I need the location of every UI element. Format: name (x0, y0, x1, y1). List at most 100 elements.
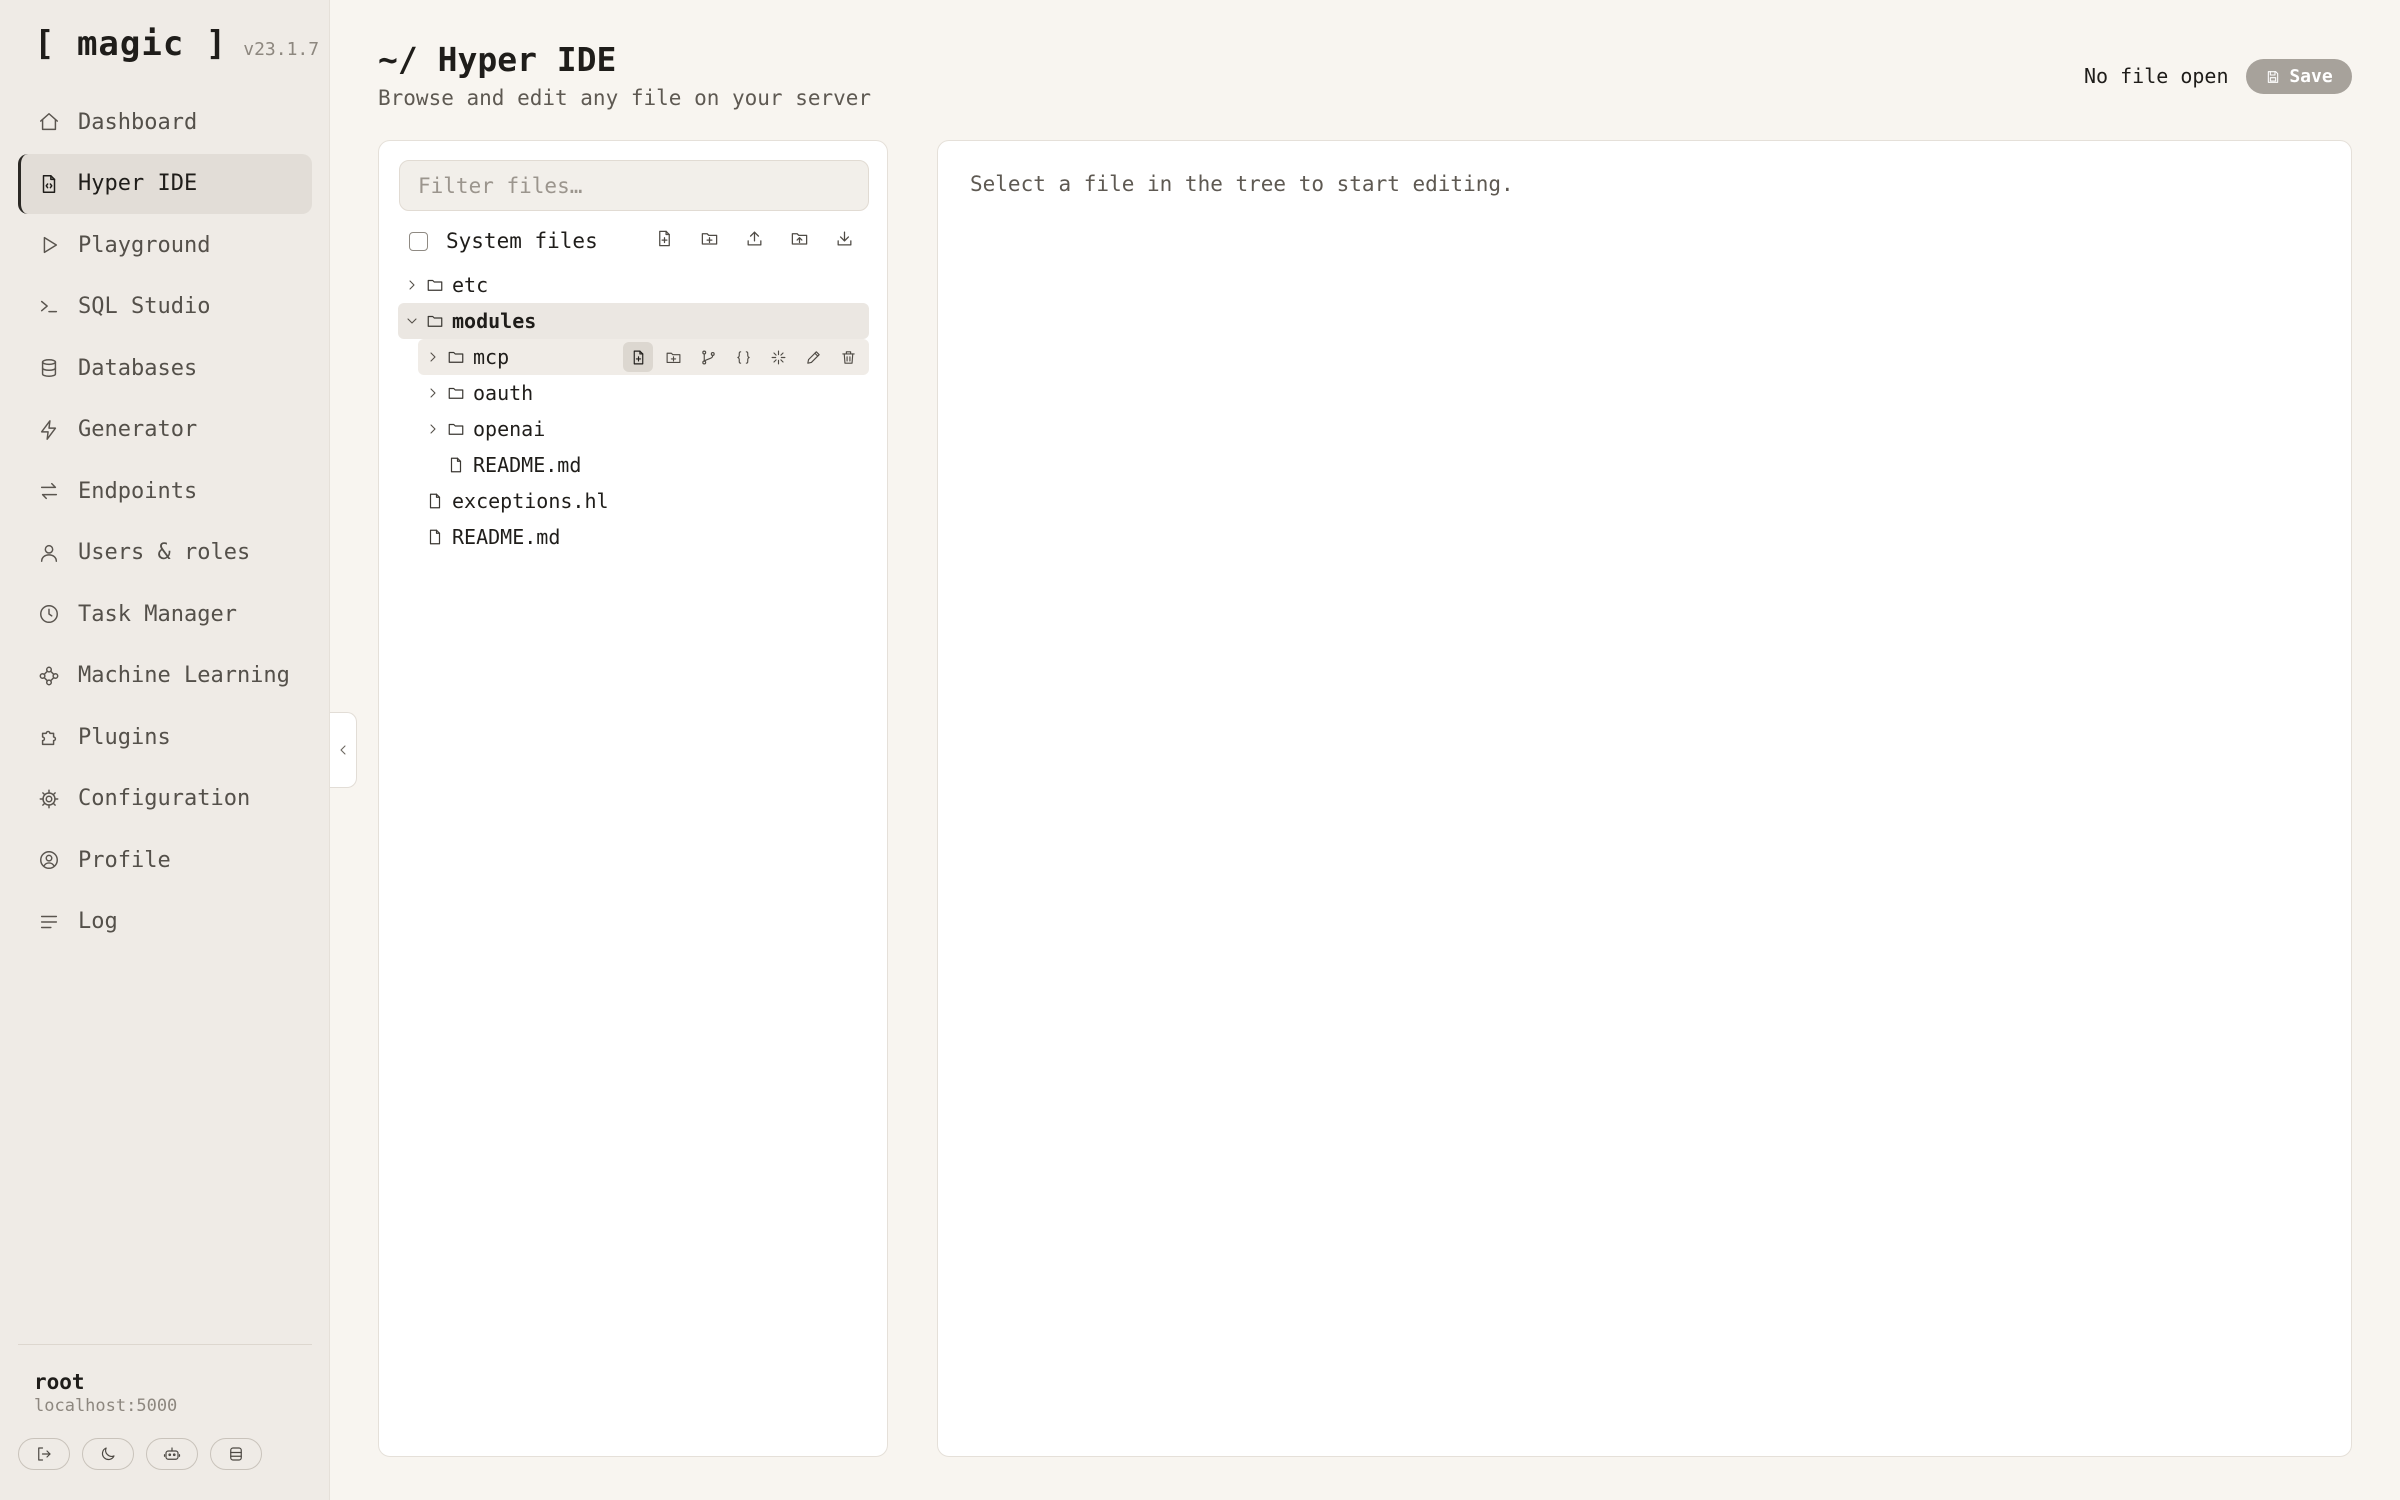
version-label: v23.1.7 (243, 39, 320, 60)
sidebar-item-endpoints[interactable]: Endpoints (18, 461, 312, 521)
sidebar-item-label: Machine Learning (78, 663, 290, 688)
sidebar-item-label: Playground (78, 232, 211, 258)
folder-icon (447, 348, 465, 366)
sparkle-icon (770, 349, 787, 366)
chevron-left-icon (335, 742, 351, 758)
sidebar-item-dashboard[interactable]: Dashboard (18, 92, 312, 152)
play-icon (38, 234, 60, 256)
tree-file-readme[interactable]: README.md (418, 447, 869, 483)
sidebar-item-machine-learning[interactable]: Machine Learning (18, 646, 312, 706)
tree-folder-etc[interactable]: etc (398, 267, 869, 303)
bolt-icon (38, 419, 60, 441)
sidebar-item-generator[interactable]: Generator (18, 400, 312, 460)
database-button[interactable] (210, 1438, 262, 1470)
filter-files-input[interactable] (399, 160, 869, 211)
chevron-right-icon[interactable] (425, 421, 441, 437)
tree-item-label: README.md (473, 453, 582, 477)
chevron-right-icon[interactable] (425, 349, 441, 365)
trash-icon (840, 349, 857, 366)
sidebar-item-hyper-ide[interactable]: Hyper IDE (18, 153, 312, 214)
save-button[interactable]: Save (2246, 59, 2352, 94)
user-icon (38, 542, 60, 564)
page-title: ~/ Hyper IDE (378, 40, 617, 79)
system-files-label: System files (446, 229, 598, 253)
braces-icon (735, 349, 752, 366)
tree-file-exceptions[interactable]: exceptions.hl (398, 483, 869, 519)
sidebar-item-databases[interactable]: Databases (18, 338, 312, 398)
sidebar-item-label: Log (78, 909, 118, 934)
home-icon (38, 111, 60, 133)
chevron-right-icon[interactable] (425, 385, 441, 401)
sidebar-item-log[interactable]: Log (18, 892, 312, 952)
logout-icon (35, 1445, 53, 1463)
save-icon (2265, 69, 2281, 85)
upload-folder-button[interactable] (788, 227, 810, 249)
tree-folder-oauth[interactable]: oauth (418, 375, 869, 411)
tree-item-label: modules (452, 309, 537, 333)
row-new-folder-button[interactable] (658, 342, 688, 372)
code-file-icon (38, 173, 60, 195)
database-icon (227, 1445, 245, 1463)
sidebar-item-configuration[interactable]: Configuration (18, 769, 312, 829)
sidebar-item-label: SQL Studio (78, 294, 211, 319)
brand: [ magic ] v23.1.7 (34, 24, 319, 64)
row-rename-button[interactable] (798, 342, 828, 372)
branch-icon (700, 349, 717, 366)
tree-folder-openai[interactable]: openai (418, 411, 869, 447)
theme-toggle-button[interactable] (82, 1438, 134, 1470)
sidebar-item-label: Endpoints (78, 478, 198, 504)
sidebar-item-label: Hyper IDE (78, 171, 198, 196)
sidebar-nav: Dashboard Hyper IDE Playground SQL Studi… (18, 92, 312, 953)
sidebar-item-users-roles[interactable]: Users & roles (18, 523, 312, 583)
system-files-checkbox[interactable] (409, 231, 428, 251)
tree-item-label: exceptions.hl (452, 489, 609, 513)
sidebar-item-task-manager[interactable]: Task Manager (18, 584, 312, 644)
page-subtitle: Browse and edit any file on your server (378, 86, 872, 110)
new-file-icon (630, 349, 647, 366)
upload-button[interactable] (743, 227, 765, 249)
folder-icon (426, 276, 444, 294)
row-generate-button[interactable] (763, 342, 793, 372)
row-new-file-button[interactable] (623, 342, 653, 372)
system-files-toggle[interactable]: System files (409, 229, 598, 253)
file-explorer-panel: System files etc modules (378, 140, 888, 1457)
tree-folder-mcp[interactable]: mcp (418, 339, 869, 375)
chevron-down-icon[interactable] (404, 313, 420, 329)
sidebar-item-sql-studio[interactable]: SQL Studio (18, 277, 312, 337)
upload-folder-icon (790, 229, 809, 248)
editor-panel[interactable]: Select a file in the tree to start editi… (937, 140, 2352, 1457)
tree-folder-modules[interactable]: modules (398, 303, 869, 339)
user-name: root (34, 1370, 85, 1394)
arrows-icon (38, 480, 60, 502)
assistant-button[interactable] (146, 1438, 198, 1470)
file-icon (447, 456, 465, 474)
collapse-sidebar-button[interactable] (330, 712, 357, 788)
tree-file-readme-root[interactable]: README.md (398, 519, 869, 555)
sidebar-item-playground[interactable]: Playground (18, 215, 312, 275)
file-icon (426, 528, 444, 546)
folder-icon (426, 312, 444, 330)
network-icon (38, 665, 60, 687)
row-delete-button[interactable] (833, 342, 863, 372)
file-icon (426, 492, 444, 510)
sidebar-footer-buttons (18, 1438, 262, 1470)
sidebar-item-plugins[interactable]: Plugins (18, 707, 312, 767)
new-file-icon (655, 229, 674, 248)
sidebar-item-profile[interactable]: Profile (18, 830, 312, 890)
new-folder-icon (700, 229, 719, 248)
download-button[interactable] (833, 227, 855, 249)
tree-item-label: README.md (452, 525, 561, 549)
chevron-right-icon[interactable] (404, 277, 420, 293)
upload-icon (745, 229, 764, 248)
save-label: Save (2289, 66, 2333, 87)
row-git-button[interactable] (693, 342, 723, 372)
sidebar-item-label: Configuration (78, 786, 251, 811)
tree-item-label: mcp (473, 345, 510, 369)
brand-logo[interactable]: [ magic ] (34, 24, 227, 64)
new-file-button[interactable] (653, 227, 675, 249)
sidebar-item-label: Dashboard (78, 109, 198, 135)
logout-button[interactable] (18, 1438, 70, 1470)
sidebar-item-label: Databases (78, 355, 198, 381)
row-json-button[interactable] (728, 342, 758, 372)
new-folder-button[interactable] (698, 227, 720, 249)
